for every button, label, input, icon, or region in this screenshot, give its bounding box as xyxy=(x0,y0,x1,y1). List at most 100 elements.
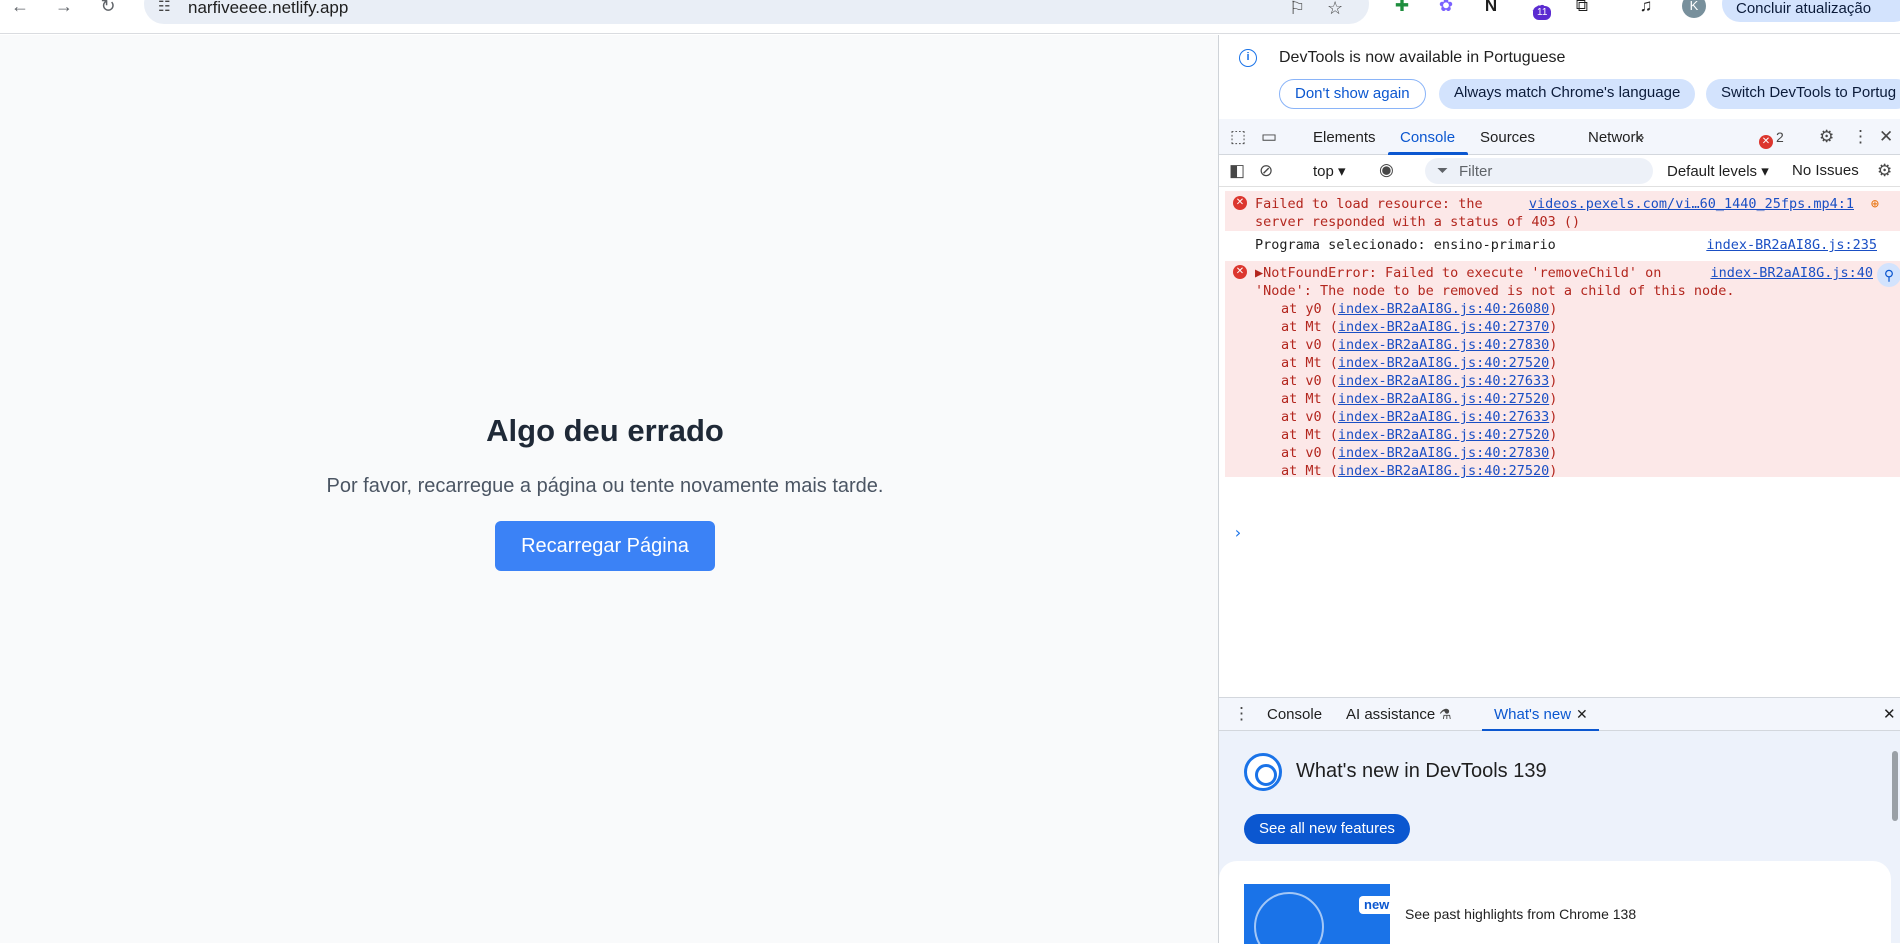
inspect-element-icon[interactable]: ⬚ xyxy=(1230,127,1246,147)
error-icon: ✕ xyxy=(1233,265,1247,279)
infobar-message: DevTools is now available in Portuguese xyxy=(1279,49,1566,66)
notion-icon[interactable]: N xyxy=(1479,0,1503,18)
stack-frame-link[interactable]: index-BR2aAI8G.js:40:26080 xyxy=(1338,301,1549,317)
stack-frame-link[interactable]: index-BR2aAI8G.js:40:27633 xyxy=(1338,373,1549,389)
stack-frame-function: at Mt ( xyxy=(1281,319,1338,335)
error-text: server responded with a status of 403 () xyxy=(1255,214,1581,230)
bookmark-star-icon[interactable]: ☆ xyxy=(1327,0,1343,19)
console-settings-icon[interactable]: ⚙ xyxy=(1877,161,1892,181)
console-error-message: ✕ Failed to load resource: the server re… xyxy=(1225,191,1900,231)
switch-language-button[interactable]: Switch DevTools to Portug xyxy=(1706,79,1900,109)
stack-frame-paren: ) xyxy=(1549,301,1558,317)
language-infobar: i DevTools is now available in Portugues… xyxy=(1219,35,1900,117)
stack-frame: at v0 (index-BR2aAI8G.js:40:27633) xyxy=(1281,409,1557,425)
stack-frame-link[interactable]: index-BR2aAI8G.js:40:27370 xyxy=(1338,319,1549,335)
profile-avatar[interactable]: K xyxy=(1682,0,1706,18)
tab-elements[interactable]: Elements xyxy=(1313,129,1376,146)
stack-frame-paren: ) xyxy=(1549,391,1558,407)
site-info-icon[interactable]: ☷ xyxy=(158,0,171,15)
more-tabs-icon[interactable]: » xyxy=(1635,127,1644,147)
device-toolbar-icon[interactable]: ▭ xyxy=(1261,127,1277,147)
reload-icon[interactable]: ↻ xyxy=(94,0,122,16)
error-count: 2 xyxy=(1776,129,1784,145)
ai-insight-icon[interactable]: ⚲ xyxy=(1877,263,1900,287)
stack-frame: at v0 (index-BR2aAI8G.js:40:27633) xyxy=(1281,373,1557,389)
highlight-thumbnail: new xyxy=(1244,884,1390,944)
scrollbar[interactable] xyxy=(1892,751,1898,821)
media-control-icon[interactable]: ♫ xyxy=(1634,0,1658,18)
extension-plus-icon[interactable]: ✚ xyxy=(1390,0,1414,18)
whats-new-panel: What's new in DevTools 139 See all new f… xyxy=(1219,731,1900,951)
drawer-tab-console[interactable]: Console xyxy=(1267,706,1322,723)
log-levels-dropdown[interactable]: Default levels ▾ xyxy=(1667,162,1769,180)
settings-gear-icon[interactable]: ⚙ xyxy=(1819,127,1834,147)
always-match-language-button[interactable]: Always match Chrome's language xyxy=(1439,79,1696,109)
drawer-menu-icon[interactable]: ⋮ xyxy=(1233,704,1250,724)
console-output: ✕ Failed to load resource: the server re… xyxy=(1219,187,1900,693)
error-message: Por favor, recarregue a página ou tente … xyxy=(326,475,884,497)
source-link[interactable]: videos.pexels.com/vi…60_1440_25fps.mp4:1 xyxy=(1529,196,1854,212)
stack-frame-link[interactable]: index-BR2aAI8G.js:40:27830 xyxy=(1338,337,1549,353)
reload-page-button[interactable]: Recarregar Página xyxy=(495,521,715,571)
stack-frame-paren: ) xyxy=(1549,373,1558,389)
source-link[interactable]: index-BR2aAI8G.js:40 xyxy=(1710,265,1873,281)
more-options-icon[interactable]: ⋮ xyxy=(1852,127,1869,147)
stack-frame-link[interactable]: index-BR2aAI8G.js:40:27830 xyxy=(1338,445,1549,461)
whats-new-title: What's new in DevTools 139 xyxy=(1296,760,1547,782)
chrome-devtools-logo-icon xyxy=(1244,753,1282,791)
address-bar[interactable]: ☷ narfiveeee.netlify.app ⚐ ☆ xyxy=(144,0,1369,24)
dont-show-again-button[interactable]: Don't show again xyxy=(1279,79,1426,109)
close-devtools-icon[interactable]: ✕ xyxy=(1879,127,1893,147)
close-tab-icon[interactable]: ✕ xyxy=(1576,706,1588,723)
thumbnail-ring xyxy=(1254,892,1324,944)
extension-gear-icon[interactable]: ✿ xyxy=(1434,0,1458,18)
stack-frame-paren: ) xyxy=(1549,463,1558,479)
sidebar-toggle-icon[interactable]: ◧ xyxy=(1229,161,1245,181)
stack-frame-function: at v0 ( xyxy=(1281,337,1338,353)
stack-frame: at v0 (index-BR2aAI8G.js:40:27830) xyxy=(1281,337,1557,353)
live-expression-eye-icon[interactable]: ◉ xyxy=(1379,160,1394,180)
close-drawer-icon[interactable]: ✕ xyxy=(1883,705,1896,723)
stack-frame: at Mt (index-BR2aAI8G.js:40:27520) xyxy=(1281,391,1557,407)
stack-frame: at Mt (index-BR2aAI8G.js:40:27520) xyxy=(1281,427,1557,443)
stack-frame-link[interactable]: index-BR2aAI8G.js:40:27520 xyxy=(1338,463,1549,479)
error-text[interactable]: ▶NotFoundError: Failed to execute 'remov… xyxy=(1255,265,1661,281)
issues-counter[interactable]: No Issues xyxy=(1792,162,1859,179)
forward-icon[interactable]: → xyxy=(50,0,78,16)
context-selector[interactable]: top ▾ xyxy=(1313,162,1346,180)
stack-frame-link[interactable]: index-BR2aAI8G.js:40:27520 xyxy=(1338,355,1549,371)
network-request-icon[interactable]: ⊕ xyxy=(1871,196,1879,212)
translate-icon[interactable]: ⚐ xyxy=(1289,0,1305,19)
back-icon[interactable]: ← xyxy=(6,0,34,16)
url-text[interactable]: narfiveeee.netlify.app xyxy=(188,0,348,18)
error-count-badge[interactable]: ✕ 2 xyxy=(1759,129,1784,149)
error-icon: ✕ xyxy=(1233,196,1247,210)
drawer-tab-ai-assistance[interactable]: AI assistance xyxy=(1346,706,1435,723)
stack-frame-link[interactable]: index-BR2aAI8G.js:40:27520 xyxy=(1338,427,1549,443)
finish-update-button[interactable]: Concluir atualização xyxy=(1722,0,1900,22)
console-prompt-icon[interactable]: › xyxy=(1233,523,1243,542)
console-log-message: Programa selecionado: ensino-primario in… xyxy=(1225,235,1900,257)
extensions-puzzle-icon[interactable]: ⧉ xyxy=(1570,0,1594,18)
stack-frame-paren: ) xyxy=(1549,337,1558,353)
highlight-card[interactable]: new See past highlights from Chrome 138 xyxy=(1219,861,1891,951)
console-toolbar: ◧ ⊘ top ▾ ◉ ⏷ Filter Default levels ▾ No… xyxy=(1219,155,1900,187)
stack-frame-link[interactable]: index-BR2aAI8G.js:40:27520 xyxy=(1338,391,1549,407)
info-icon: i xyxy=(1239,49,1257,67)
browser-toolbar: ← → ↻ ☷ narfiveeee.netlify.app ⚐ ☆ ✚ ✿ N… xyxy=(0,0,1900,34)
stack-frame-link[interactable]: index-BR2aAI8G.js:40:27633 xyxy=(1338,409,1549,425)
stack-frame-paren: ) xyxy=(1549,355,1558,371)
see-all-features-button[interactable]: See all new features xyxy=(1244,814,1410,844)
drawer-tabbar: ⋮ Console AI assistance ⚗ What's new ✕ ✕ xyxy=(1219,697,1900,732)
stack-frame-function: at Mt ( xyxy=(1281,391,1338,407)
clear-console-icon[interactable]: ⊘ xyxy=(1259,161,1273,181)
source-link[interactable]: index-BR2aAI8G.js:235 xyxy=(1706,237,1877,253)
devtools-panel: i DevTools is now available in Portugues… xyxy=(1218,35,1900,951)
stack-frame: at Mt (index-BR2aAI8G.js:40:27520) xyxy=(1281,463,1557,479)
tab-sources[interactable]: Sources xyxy=(1480,129,1535,146)
stack-frame: at Mt (index-BR2aAI8G.js:40:27520) xyxy=(1281,355,1557,371)
console-filter-input[interactable]: ⏷ Filter xyxy=(1425,158,1653,184)
stack-frame: at Mt (index-BR2aAI8G.js:40:27370) xyxy=(1281,319,1557,335)
tab-console[interactable]: Console xyxy=(1400,129,1455,146)
drawer-tab-whats-new[interactable]: What's new xyxy=(1494,706,1571,723)
